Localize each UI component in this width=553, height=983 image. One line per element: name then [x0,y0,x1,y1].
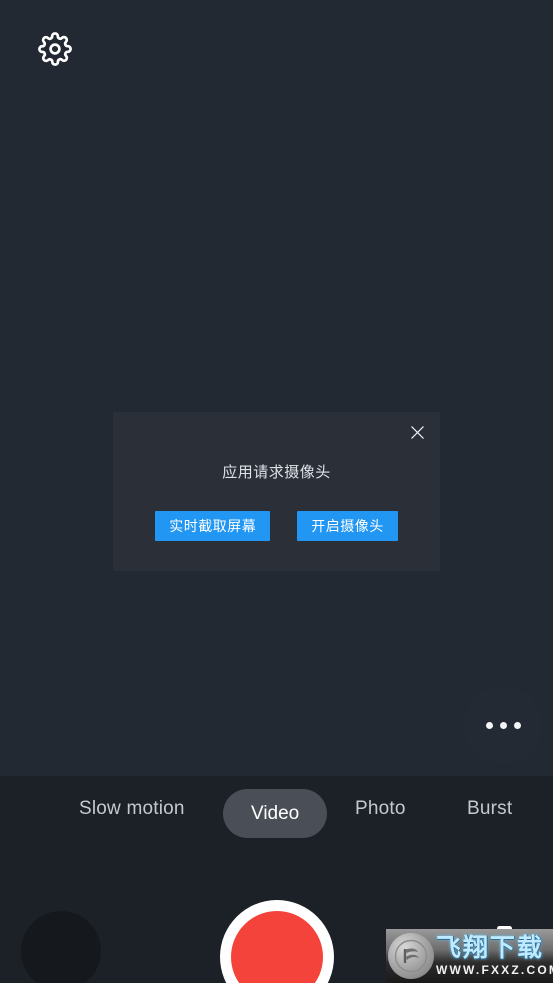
more-horizontal-icon [485,721,493,729]
mode-item-video-label: Video [251,802,300,824]
more-horizontal-icon-dot [499,721,507,729]
camera-viewfinder: 应用请求摄像头 实时截取屏幕 开启摄像头 [0,0,553,776]
gear-icon [38,32,72,66]
fxxz-logo-icon [388,933,434,979]
dialog-title: 应用请求摄像头 [222,464,331,481]
camera-app-screen: 应用请求摄像头 实时截取屏幕 开启摄像头 ose Slow motion Vid… [0,0,553,983]
mode-item-slow-motion[interactable]: Slow motion [69,798,195,820]
camera-permission-dialog: 应用请求摄像头 实时截取屏幕 开启摄像头 [113,412,440,571]
dialog-actions: 实时截取屏幕 开启摄像头 [113,511,440,541]
mode-item-video[interactable]: Video [223,789,328,838]
watermark-url: WWW.FXXZ.COM [436,963,553,977]
watermark-text: 飞翔下载 WWW.FXXZ.COM [436,934,553,977]
mode-selector: ose Slow motion Video Photo Burst [0,776,553,838]
site-watermark: 飞翔下载 WWW.FXXZ.COM [386,929,553,983]
watermark-brand: 飞翔下载 [436,934,545,962]
gallery-thumbnail-button[interactable] [21,911,101,983]
mode-item-timelapse[interactable]: ose [0,795,4,817]
mode-item-photo[interactable]: Photo [345,798,416,820]
capture-screen-button[interactable]: 实时截取屏幕 [155,511,271,541]
more-options-button[interactable] [464,686,542,764]
more-horizontal-icon-dot [513,721,521,729]
close-icon [409,424,426,446]
mode-item-burst[interactable]: Burst [457,798,522,820]
record-button[interactable] [220,900,334,983]
record-button-inner [231,911,323,983]
settings-button[interactable] [36,30,74,68]
dialog-close-button[interactable] [403,421,431,449]
open-camera-button[interactable]: 开启摄像头 [297,511,398,541]
